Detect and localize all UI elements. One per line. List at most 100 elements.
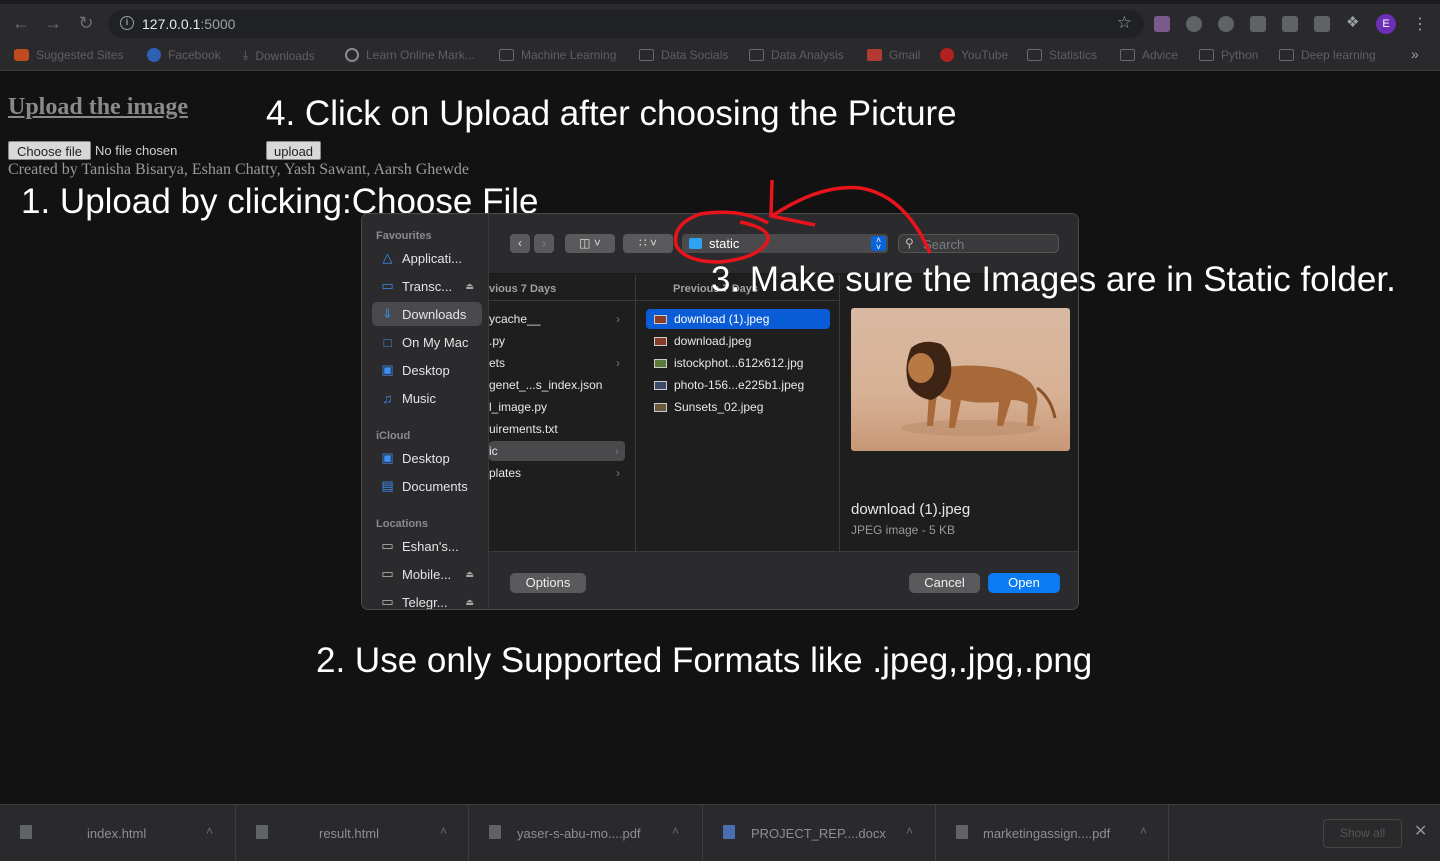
bookmark-deep-learning[interactable]: Deep learning [1279, 48, 1376, 62]
bookmark-label: Statistics [1049, 48, 1098, 62]
bookmark-star-icon[interactable]: ☆ [1117, 13, 1132, 33]
reload-icon[interactable]: ↻ [75, 12, 97, 34]
extensions-puzzle-icon[interactable]: ❖ [1346, 15, 1362, 31]
cancel-button[interactable]: Cancel [909, 573, 980, 593]
list-item[interactable]: plates › [489, 463, 626, 483]
eject-icon[interactable]: ⏏ [465, 597, 474, 608]
download-item[interactable]: marketingassign....pdf ˄ [936, 805, 1169, 861]
eject-icon[interactable]: ⏏ [465, 281, 474, 292]
extension-icon[interactable] [1314, 16, 1330, 32]
bookmark-label: Facebook [168, 48, 221, 62]
chevron-up-icon[interactable]: ˄ [206, 824, 213, 838]
bookmark-advice[interactable]: Advice [1120, 48, 1178, 62]
browser-menu-icon[interactable]: ⋮ [1412, 14, 1428, 34]
extension-icon[interactable] [1282, 16, 1298, 32]
location-dropdown[interactable]: static ˄ ˅ [682, 234, 888, 253]
chevron-left-icon[interactable]: ‹ [510, 234, 530, 253]
extension-icon[interactable] [1186, 16, 1202, 32]
bookmark-python[interactable]: Python [1199, 48, 1258, 62]
bookmarks-overflow-icon[interactable]: » [1411, 46, 1419, 62]
bookmark-machine-learning[interactable]: Machine Learning [499, 48, 616, 62]
bookmark-learn-online[interactable]: Learn Online Mark... [345, 48, 475, 62]
url-text[interactable]: 127.0.0.1:5000 [142, 16, 235, 32]
chevron-up-icon[interactable]: ˄ [906, 824, 913, 838]
back-icon[interactable]: ← [10, 12, 32, 34]
file-item-selected[interactable]: download (1).jpeg [646, 309, 830, 329]
download-name: index.html [87, 826, 147, 841]
sidebar-item-desktop[interactable]: ▣ Desktop [372, 358, 482, 382]
eject-icon[interactable]: ⏏ [465, 569, 474, 580]
sidebar-item-label: Applicati... [402, 250, 462, 266]
bookmark-data-socials[interactable]: Data Socials [639, 48, 728, 62]
sidebar-item-music[interactable]: ♫ Music [372, 386, 482, 410]
folder-icon [689, 238, 702, 249]
choose-file-button[interactable]: Choose file [8, 141, 92, 160]
options-button[interactable]: Options [510, 573, 586, 593]
item-label: ic [489, 444, 498, 458]
sidebar-item-telegram[interactable]: ▭ Telegr... ⏏ [372, 590, 482, 609]
bookmark-statistics[interactable]: Statistics [1027, 48, 1097, 62]
bookmark-gmail[interactable]: Gmail [867, 48, 920, 62]
download-item[interactable]: index.html ˄ [0, 805, 236, 861]
gmail-icon [867, 49, 882, 61]
bookmark-youtube[interactable]: YouTube [940, 48, 1008, 62]
list-item[interactable]: ets › [489, 353, 626, 373]
sidebar-item-eshans-mac[interactable]: ▭ Eshan's... [372, 534, 482, 558]
sidebar-item-downloads[interactable]: ⇓ Downloads [372, 302, 482, 326]
list-item[interactable]: .py [489, 331, 626, 351]
image-file-icon [654, 403, 667, 413]
site-info-icon[interactable]: i [120, 16, 134, 30]
file-item[interactable]: Sunsets_02.jpeg [646, 397, 830, 417]
view-grid-button[interactable]: ∷ ˅ [623, 234, 673, 253]
bookmark-facebook[interactable]: Facebook [147, 48, 221, 62]
bookmark-suggested-sites[interactable]: Suggested Sites [14, 48, 123, 62]
notion-icon[interactable] [1250, 16, 1266, 32]
close-icon[interactable]: ✕ [1414, 821, 1427, 841]
download-item[interactable]: result.html ˄ [236, 805, 469, 861]
chevron-up-icon[interactable]: ˄ [1140, 824, 1147, 838]
youtube-icon [940, 48, 954, 62]
page-title: Upload the image [8, 94, 188, 120]
show-all-button[interactable]: Show all [1323, 819, 1402, 848]
file-item[interactable]: istockphot...612x612.jpg [646, 353, 830, 373]
sidebar-item-transc[interactable]: ▭ Transc... ⏏ [372, 274, 482, 298]
extension-icon[interactable] [1218, 16, 1234, 32]
sidebar-item-documents[interactable]: ▤ Documents [372, 474, 482, 498]
chevron-up-icon[interactable]: ˄ [440, 824, 447, 838]
upload-button[interactable]: upload [266, 141, 322, 160]
downloads-icon: ⇓ [382, 306, 393, 321]
sidebar-item-applications[interactable]: △ Applicati... [372, 246, 482, 270]
annotation-step-2: 2. Use only Supported Formats like .jpeg… [316, 641, 1093, 680]
item-label: ycache__ [489, 312, 541, 326]
download-item[interactable]: yaser-s-abu-mo....pdf ˄ [469, 805, 703, 861]
chevron-right-icon[interactable]: › [534, 234, 554, 253]
profile-avatar[interactable]: E [1376, 14, 1396, 34]
list-item[interactable]: l_image.py [489, 397, 626, 417]
download-name: marketingassign....pdf [983, 826, 1111, 841]
open-button[interactable]: Open [988, 573, 1060, 593]
list-item[interactable]: uirements.txt [489, 419, 626, 439]
forward-icon[interactable]: → [42, 12, 64, 34]
list-item[interactable]: ycache__ › [489, 309, 626, 329]
item-label: istockphot...612x612.jpg [674, 356, 804, 370]
bookmark-downloads[interactable]: ⤓ Downloads [243, 48, 315, 63]
sidebar-item-mobile[interactable]: ▭ Mobile... ⏏ [372, 562, 482, 586]
item-label: photo-156...e225b1.jpeg [674, 378, 805, 392]
list-item[interactable]: genet_...s_index.json [489, 375, 626, 395]
view-columns-button[interactable]: ◫ ˅ [565, 234, 615, 253]
download-item[interactable]: PROJECT_REP....docx ˄ [703, 805, 936, 861]
sidebar-item-on-my-mac[interactable]: □ On My Mac [372, 330, 482, 354]
list-item-static-folder[interactable]: ic › [489, 441, 625, 461]
chevron-down-icon: ˅ [649, 236, 657, 250]
chevron-up-icon[interactable]: ˄ [672, 824, 679, 838]
extension-icon[interactable] [1154, 16, 1170, 32]
search-field[interactable]: ⚲ Search [898, 234, 1059, 253]
sidebar-item-label: Documents [402, 478, 468, 494]
file-item[interactable]: download.jpeg [646, 331, 830, 351]
file-item[interactable]: photo-156...e225b1.jpeg [646, 375, 830, 395]
address-bar[interactable]: i 127.0.0.1:5000 ☆ [108, 10, 1144, 38]
bookmark-label: Downloads [255, 48, 315, 63]
url-host: 127.0.0.1 [142, 16, 201, 32]
sidebar-item-icloud-desktop[interactable]: ▣ Desktop [372, 446, 482, 470]
bookmark-data-analysis[interactable]: Data Analysis [749, 48, 844, 62]
